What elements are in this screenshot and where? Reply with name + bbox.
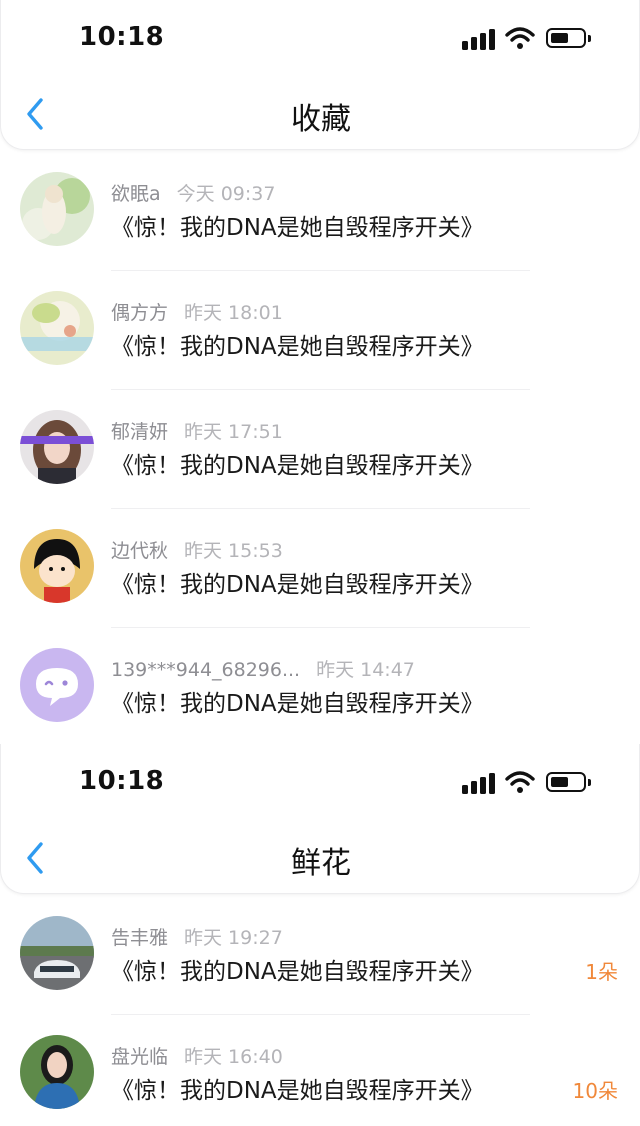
favorites-screen: 10:18 收藏 欲眠a 今天 09:37 《惊！我的DNA是她自毁程序开关》: [0, 0, 640, 744]
list-item[interactable]: 欲眠a 今天 09:37 《惊！我的DNA是她自毁程序开关》: [0, 152, 640, 271]
wifi-icon: [505, 771, 535, 793]
list-item[interactable]: 139***944_68296... 昨天 14:47 《惊！我的DNA是她自毁程…: [0, 628, 640, 744]
timestamp: 昨天 17:51: [184, 421, 283, 443]
status-time: 10:18: [79, 22, 165, 52]
list-item[interactable]: 盘光临 昨天 16:40 《惊！我的DNA是她自毁程序开关》 10朵: [0, 1015, 640, 1126]
flowers-screen: 10:18 鲜花 告丰雅昨天 19:27 《惊！我的DNA是她自毁程序开关》: [0, 744, 640, 1126]
avatar: [20, 1035, 94, 1109]
message-text: 《惊！我的DNA是她自毁程序开关》: [111, 691, 484, 717]
list-item[interactable]: 边代秋 昨天 15:53 《惊！我的DNA是她自毁程序开关》: [0, 509, 640, 628]
battery-icon: [546, 28, 591, 48]
sender-name: 盘光临: [111, 1046, 169, 1068]
timestamp: 今天 09:37: [176, 183, 276, 205]
favorites-list: 欲眠a 今天 09:37 《惊！我的DNA是她自毁程序开关》 偶方方 昨天 18:0…: [0, 152, 640, 744]
navigation-header: 10:18 鲜花: [0, 744, 640, 894]
navigation-header: 10:18 收藏: [0, 0, 640, 150]
message-text: 《惊！我的DNA是她自毁程序开关》: [111, 572, 484, 598]
flowers-list: 告丰雅 昨天 19:27 《惊！我的DNA是她自毁程序开关》 1朵 盘光临 昨天 1…: [0, 896, 640, 1126]
wifi-icon: [505, 27, 535, 49]
sender-name: 郁清妍: [111, 421, 169, 443]
timestamp: 昨天 14:47: [316, 659, 415, 681]
battery-icon: [546, 772, 591, 792]
message-text: 《惊！我的DNA是她自毁程序开关》: [111, 334, 484, 360]
sender-name: 欲眠a: [111, 183, 161, 205]
list-item[interactable]: 郁清妍 昨天 17:51 《惊！我的DNA是她自毁程序开关》: [0, 390, 640, 509]
page-title: 收藏: [291, 102, 351, 137]
avatar: [20, 529, 94, 603]
list-item[interactable]: 告丰雅 昨天 19:27 《惊！我的DNA是她自毁程序开关》 1朵: [0, 896, 640, 1015]
avatar: [20, 291, 94, 365]
avatar: [20, 410, 94, 484]
message-text: 《惊！我的DNA是她自毁程序开关》: [111, 1078, 484, 1104]
sender-name: 边代秋: [111, 540, 169, 562]
timestamp: 昨天 15:53: [184, 540, 283, 562]
avatar: [20, 648, 94, 722]
sender-name: 偶方方: [111, 302, 169, 324]
timestamp: 昨天 18:01: [184, 302, 283, 324]
timestamp: 昨天 16:40: [184, 1046, 283, 1068]
flower-count: 1朵: [585, 960, 618, 984]
timestamp: 昨天 19:27: [184, 927, 283, 949]
sender-name: 139***944_68296...: [111, 659, 301, 681]
list-item[interactable]: 偶方方 昨天 18:01 《惊！我的DNA是她自毁程序开关》: [0, 271, 640, 390]
message-text: 《惊！我的DNA是她自毁程序开关》: [111, 959, 484, 985]
status-time: 10:18: [79, 766, 165, 796]
message-text: 《惊！我的DNA是她自毁程序开关》: [111, 453, 484, 479]
sender-name: 告丰雅: [111, 927, 169, 949]
signal-icon: [462, 772, 496, 794]
message-text: 《惊！我的DNA是她自毁程序开关》: [111, 215, 484, 241]
signal-icon: [462, 28, 496, 50]
flower-count: 10朵: [572, 1079, 618, 1103]
avatar: [20, 172, 94, 246]
page-title: 鲜花: [291, 846, 351, 881]
avatar: [20, 916, 94, 990]
